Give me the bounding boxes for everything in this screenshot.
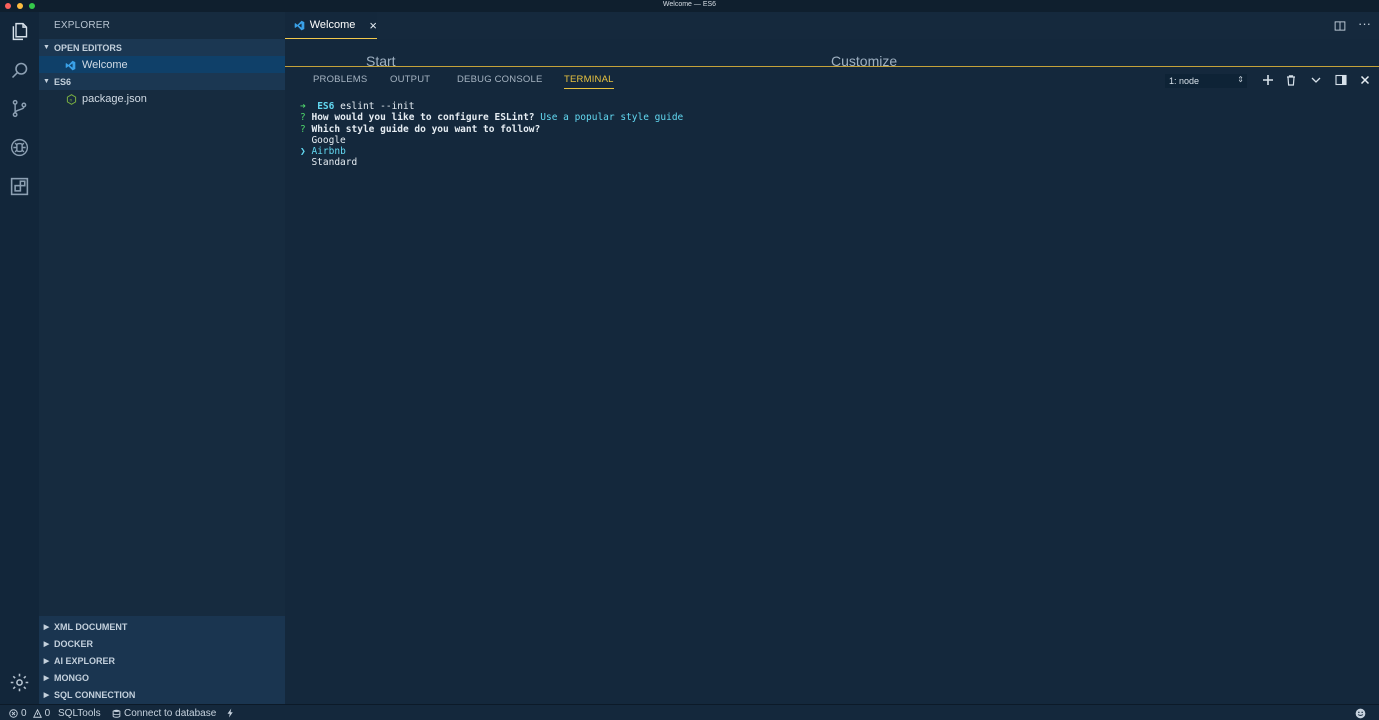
chevron-down-icon: ▼: [43, 44, 50, 51]
warning-count: 0: [44, 707, 51, 719]
terminal-select[interactable]: 1: node ⇕: [1165, 74, 1247, 88]
tab-problems[interactable]: PROBLEMS: [313, 74, 367, 85]
sqltools-status[interactable]: SQLTools: [58, 706, 101, 720]
sqltools-label: SQLTools: [58, 707, 101, 719]
terminal-line: ? How would you like to configure ESLint…: [300, 112, 683, 123]
question-mark: ?: [300, 123, 306, 135]
question-text: How would you like to configure ESLint?: [311, 112, 535, 124]
vscode-icon: [294, 20, 308, 31]
debug-icon[interactable]: [9, 137, 30, 158]
connect-database-status[interactable]: Connect to database: [112, 706, 216, 720]
svg-text:n: n: [69, 97, 72, 102]
connect-label: Connect to database: [124, 707, 217, 719]
close-panel-icon[interactable]: [1358, 73, 1372, 87]
tab-debug-console[interactable]: DEBUG CONSOLE: [457, 74, 542, 85]
tab-output[interactable]: OUTPUT: [390, 74, 430, 85]
option-label: Standard: [311, 157, 358, 169]
search-icon[interactable]: [9, 60, 30, 81]
open-editor-welcome[interactable]: Welcome: [39, 56, 285, 74]
terminal-line: ? Which style guide do you want to follo…: [300, 124, 683, 135]
tab-label: Welcome: [309, 19, 356, 31]
chevron-right-icon: ▶: [43, 657, 50, 665]
chevron-down-icon: ▼: [43, 78, 50, 85]
answer-text: Use a popular style guide: [540, 112, 684, 124]
section-label: DOCKER: [54, 638, 94, 649]
prompt-arrow: ➜: [300, 101, 306, 112]
chevron-right-icon: ▶: [43, 674, 50, 682]
activity-bar: [0, 12, 39, 704]
panel: PROBLEMS OUTPUT DEBUG CONSOLE TERMINAL 1…: [285, 66, 1379, 704]
chevron-right-icon: ▶: [43, 640, 50, 648]
add-terminal-icon[interactable]: [1261, 73, 1275, 87]
option-standard: Standard: [300, 157, 683, 168]
trash-icon[interactable]: [1284, 73, 1298, 87]
warning-icon: [32, 708, 42, 718]
error-count: 0: [21, 707, 27, 719]
terminal-output[interactable]: ➜ ES6 eslint --init ? How would you like…: [300, 101, 683, 169]
chevron-right-icon: ▶: [43, 623, 50, 631]
error-icon: [9, 708, 18, 718]
section-xml-document[interactable]: ▶ XML DOCUMENT: [39, 618, 285, 635]
prompt-dir: ES6: [317, 101, 335, 112]
source-control-icon[interactable]: [9, 98, 30, 119]
feedback-smiley-icon[interactable]: [1355, 706, 1366, 720]
nodejs-icon: n: [66, 93, 80, 105]
lightning-icon[interactable]: [226, 706, 235, 720]
split-editor-icon[interactable]: [1334, 19, 1348, 33]
select-arrows-icon: ⇕: [1237, 75, 1244, 84]
tab-bar: Welcome × ···: [285, 12, 1379, 39]
database-icon: [112, 709, 121, 718]
section-docker[interactable]: ▶ DOCKER: [39, 635, 285, 652]
window-title: Welcome — ES6: [662, 1, 717, 8]
sidebar-title: EXPLORER: [54, 20, 111, 31]
section-label: AI EXPLORER: [54, 655, 116, 666]
section-mongo[interactable]: ▶ MONGO: [39, 669, 285, 686]
welcome-start-heading: Start: [366, 53, 396, 67]
option-label: Airbnb: [311, 146, 346, 158]
section-label: OPEN EDITORS: [54, 42, 122, 53]
terminal-line: ➜ ES6 eslint --init: [300, 101, 683, 112]
option-label: Google: [311, 134, 346, 146]
section-label: MONGO: [54, 672, 89, 683]
tree-item-label: Welcome: [82, 59, 128, 71]
gear-icon[interactable]: [9, 672, 30, 693]
section-open-editors[interactable]: ▼ OPEN EDITORS: [39, 39, 285, 56]
more-actions-icon[interactable]: ···: [1358, 16, 1371, 31]
tab-welcome[interactable]: Welcome ×: [285, 12, 377, 39]
welcome-customize-heading: Customize: [831, 53, 898, 67]
chevron-right-icon: ▶: [43, 691, 50, 699]
toggle-panel-position-icon[interactable]: [1334, 73, 1348, 87]
pointer-icon: ❯: [300, 146, 306, 158]
vscode-icon: [65, 60, 79, 71]
section-label: ES6: [54, 76, 72, 87]
section-sql-connection[interactable]: ▶ SQL CONNECTION: [39, 686, 285, 703]
close-icon[interactable]: ×: [369, 18, 377, 33]
welcome-page: Start Customize: [285, 39, 1379, 67]
section-label: SQL CONNECTION: [54, 689, 136, 700]
problems-status[interactable]: 0 0: [9, 706, 50, 720]
terminal-select-value: 1: node: [1169, 76, 1200, 86]
extensions-icon[interactable]: [9, 176, 30, 197]
question-mark: ?: [300, 112, 306, 124]
sidebar: EXPLORER ▼ OPEN EDITORS Welcome ▼ ES6 n …: [39, 12, 285, 704]
status-bar: 0 0 SQLTools Connect to database: [0, 704, 1379, 720]
option-google: Google: [300, 135, 683, 146]
option-airbnb: ❯ Airbnb: [300, 146, 683, 157]
file-package-json[interactable]: n package.json: [39, 90, 285, 108]
section-es6[interactable]: ▼ ES6: [39, 73, 285, 90]
question-text: Which style guide do you want to follow?: [311, 123, 541, 135]
section-label: XML DOCUMENT: [54, 621, 128, 632]
tree-item-label: package.json: [82, 93, 147, 105]
editor-area: Welcome × ··· Start Customize PROBLEMS O…: [285, 12, 1379, 704]
prompt-command: eslint --init: [340, 101, 415, 112]
tab-terminal[interactable]: TERMINAL: [564, 74, 614, 89]
chevron-down-icon[interactable]: [1309, 73, 1323, 87]
collapsed-sections: ▶ XML DOCUMENT ▶ DOCKER ▶ AI EXPLORER ▶ …: [39, 616, 285, 704]
files-icon[interactable]: [9, 21, 30, 42]
title-bar: Welcome — ES6: [0, 0, 1379, 12]
section-ai-explorer[interactable]: ▶ AI EXPLORER: [39, 652, 285, 669]
